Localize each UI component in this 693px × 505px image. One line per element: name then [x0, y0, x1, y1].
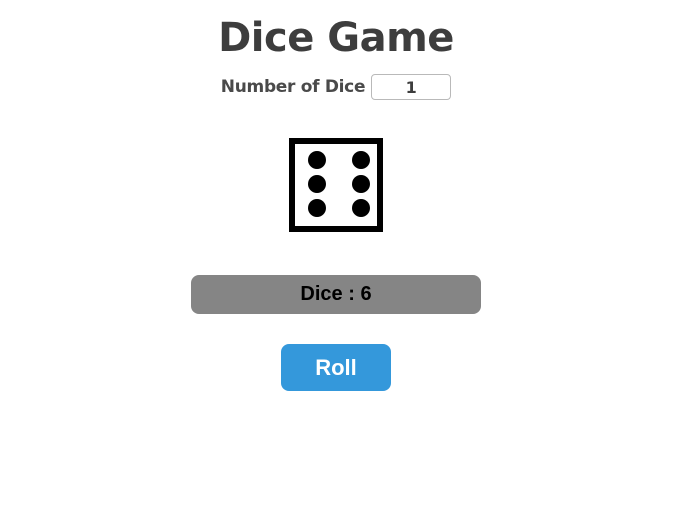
- dice-face: [289, 138, 383, 232]
- result-display: Dice : 6: [191, 275, 481, 314]
- dice-pip: [308, 175, 326, 193]
- dice-count-row: Number of Dice: [0, 74, 672, 100]
- dice-area: [289, 138, 383, 232]
- roll-button[interactable]: Roll: [281, 344, 391, 391]
- dice-pip: [308, 151, 326, 169]
- dice-pip: [352, 151, 370, 169]
- dice-pip: [308, 199, 326, 217]
- number-of-dice-input[interactable]: [371, 74, 452, 100]
- number-of-dice-label: Number of Dice: [220, 77, 366, 97]
- page-title: Dice Game: [218, 15, 454, 61]
- dice-pip: [352, 175, 370, 193]
- dice-pip: [352, 199, 370, 217]
